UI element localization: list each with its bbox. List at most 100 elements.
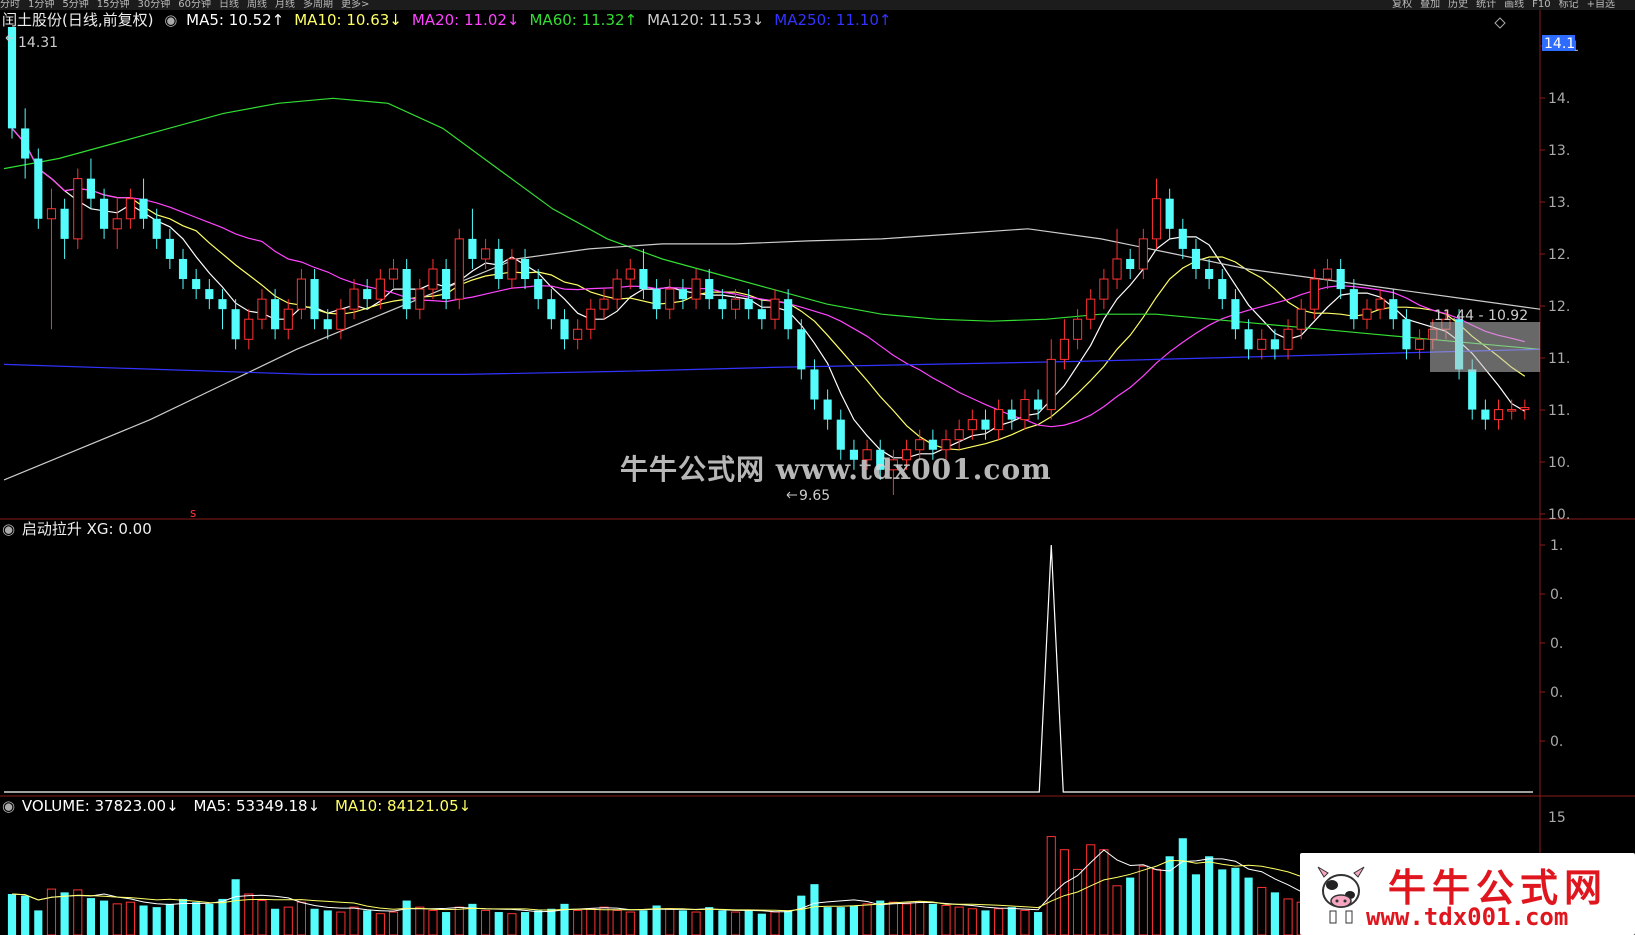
candle-body-down — [231, 309, 240, 340]
candle-body-up — [73, 178, 83, 240]
volume-bar-down — [849, 905, 859, 935]
price-axis-label: 10. — [1548, 507, 1570, 523]
current-price-label: 14.1 — [1544, 36, 1575, 52]
volume-bar-down — [1270, 892, 1279, 935]
volume-axis-label: 15 — [1548, 810, 1566, 826]
candle-body-up — [1099, 278, 1109, 300]
high-price-label: 14.31 — [18, 35, 58, 51]
diamond-icon — [1494, 17, 1506, 29]
price-axis-label: 14. — [1548, 91, 1570, 107]
price-axis-label: 12. — [1548, 299, 1570, 315]
candle-body-down — [139, 198, 148, 219]
candle-body-down — [310, 279, 319, 320]
candle-body-up — [296, 278, 306, 310]
candle-body-down — [534, 279, 543, 300]
candle-body-down — [1007, 409, 1016, 420]
candle-body-down — [652, 289, 661, 310]
volume-bar-down — [1231, 867, 1240, 935]
volume-bar-up — [612, 909, 622, 935]
candle-body-up — [954, 429, 964, 441]
candle-body-up — [599, 298, 609, 310]
volume-bar-up — [1138, 865, 1148, 935]
candle-body-down — [468, 238, 477, 259]
volume-bar-up — [349, 906, 359, 935]
indicator-axis-label: 0. — [1550, 685, 1563, 701]
price-axis-label: 13. — [1548, 143, 1570, 159]
volume-bar-up — [941, 904, 951, 935]
volume-bar-down — [744, 910, 753, 935]
volume-bar-down — [928, 903, 937, 935]
volume-bar-up — [1151, 868, 1162, 935]
candle-body-down — [1336, 269, 1345, 290]
volume-bar-down — [205, 903, 214, 935]
candle-body-down — [363, 289, 372, 300]
volume-bar-down — [7, 894, 17, 935]
indicator-axis-label: 0. — [1550, 587, 1563, 603]
candle-body-down — [178, 258, 188, 280]
volume-bar-down — [718, 910, 727, 935]
volume-bar-up — [296, 901, 306, 935]
volume-bar-down — [231, 879, 240, 935]
volume-bar-down — [218, 898, 227, 935]
price-axis-label: 11. — [1548, 403, 1570, 419]
volume-bar-up — [388, 911, 399, 935]
candle-body-up — [481, 248, 491, 260]
candle-body-down — [1126, 258, 1135, 269]
volume-bar-down — [60, 892, 69, 935]
candle-body-down — [705, 279, 714, 300]
candle-body-down — [1389, 299, 1398, 320]
candle-body-down — [1244, 329, 1253, 350]
candle-body-down — [271, 299, 280, 330]
candle-body-down — [205, 289, 214, 300]
volume-bar-up — [336, 911, 346, 935]
volume-bar-down — [271, 908, 280, 935]
candle-body-up — [612, 278, 622, 300]
volume-bar-down — [100, 900, 109, 935]
candle-body-up — [665, 288, 675, 310]
signal-marker: s — [190, 506, 196, 520]
candle-body-up — [1362, 308, 1372, 320]
candle-body-up — [573, 328, 583, 340]
candle-body-down — [1218, 279, 1227, 300]
ma-line-ma10 — [11, 128, 1526, 451]
candle-body-up — [1507, 409, 1517, 412]
price-range-label: 11.44 - 10.92 — [1434, 308, 1528, 324]
candle-body-down — [7, 26, 17, 129]
volume-bar-up — [730, 911, 741, 935]
candle-body-down — [1191, 248, 1201, 269]
volume-bar-up — [415, 906, 425, 935]
volume-bar-up — [954, 906, 964, 935]
volume-bar-up — [1099, 849, 1109, 935]
volume-bar-down — [363, 910, 372, 935]
candle-body-up — [112, 218, 122, 230]
price-axis-label: 13. — [1548, 195, 1570, 211]
volume-bar-up — [901, 903, 912, 935]
volume-bar-down — [797, 895, 806, 935]
volume-bar-down — [520, 912, 530, 935]
volume-bar-up — [257, 900, 267, 935]
candle-body-up — [1283, 328, 1293, 350]
candle-body-down — [560, 319, 569, 340]
volume-bar-down — [823, 907, 832, 935]
candle-body-up — [454, 238, 464, 300]
volume-bar-up — [73, 889, 83, 935]
volume-bar-down — [165, 903, 174, 935]
volume-bar-up — [573, 909, 583, 935]
candle-body-up — [46, 208, 57, 220]
volume-bar-up — [1046, 836, 1056, 935]
candle-body-up — [1520, 407, 1530, 411]
volume-bar-up — [862, 903, 872, 935]
candle-body-down — [442, 269, 451, 300]
volume-bar-up — [586, 908, 596, 935]
volume-bar-down — [1007, 907, 1016, 935]
candle-body-down — [836, 419, 845, 450]
candle-body-down — [1178, 228, 1187, 249]
candle-body-up — [428, 268, 438, 290]
candle-body-up — [1059, 338, 1069, 360]
candle-body-up — [1322, 268, 1333, 280]
candle-body-up — [1257, 338, 1267, 350]
price-axis-label: 11. — [1548, 351, 1570, 367]
candle-body-down — [60, 208, 69, 239]
candle-body-up — [1151, 198, 1162, 240]
volume-bar-up — [1086, 844, 1096, 935]
